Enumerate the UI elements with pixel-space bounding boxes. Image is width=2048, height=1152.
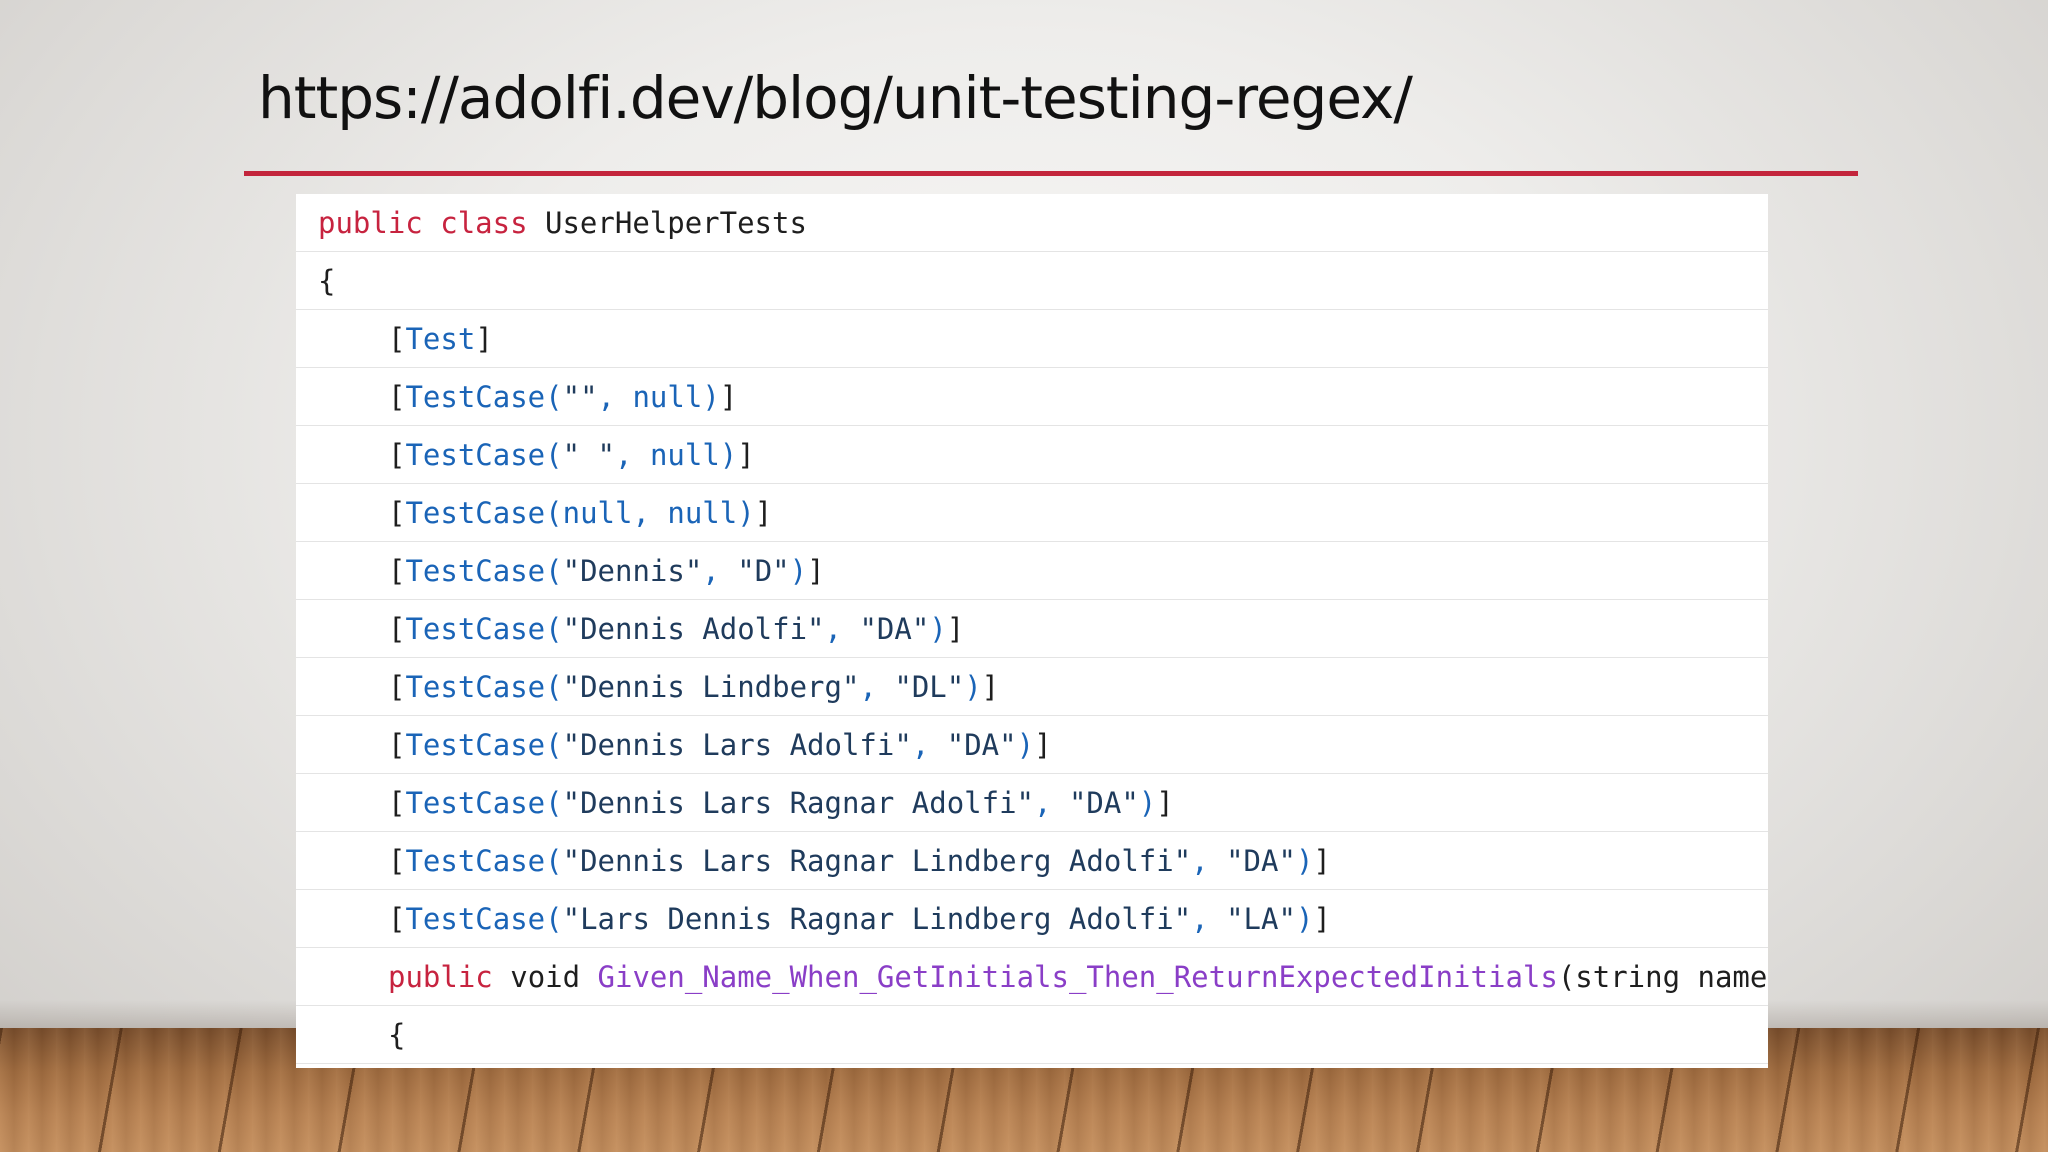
- bracket-close: ]: [719, 380, 738, 414]
- testcase-expected: "DA": [946, 728, 1017, 762]
- separator: ,: [859, 670, 877, 704]
- bracket-open: [: [388, 612, 406, 646]
- keyword-class: class: [440, 206, 528, 240]
- attribute-testcase: TestCase(: [405, 380, 563, 414]
- code-line-method-open-brace: {: [296, 1006, 1768, 1064]
- paren-close: ): [929, 612, 947, 646]
- bracket-close: ]: [807, 554, 825, 588]
- bracket-close: ]: [1156, 786, 1174, 820]
- bracket-open: [: [388, 322, 406, 356]
- attribute-testcase: TestCase(: [405, 612, 563, 646]
- method-name: Given_Name_When_GetInitials_Then_ReturnE…: [597, 960, 1558, 994]
- testcase-input: "Dennis": [562, 554, 703, 588]
- separator: ,: [1191, 844, 1209, 878]
- testcase-input: "Dennis Lindberg": [562, 670, 860, 704]
- attribute-test: Test: [405, 322, 476, 356]
- bracket-open: [: [388, 728, 406, 762]
- code-panel: public class UserHelperTests { [Test] [T…: [296, 194, 1768, 1068]
- code-line-testcase: [TestCase("Dennis Lars Ragnar Lindberg A…: [296, 832, 1768, 890]
- class-name: UserHelperTests: [545, 206, 807, 240]
- code-line-testcase: [TestCase("Lars Dennis Ragnar Lindberg A…: [296, 890, 1768, 948]
- attribute-testcase: TestCase(: [405, 786, 563, 820]
- attribute-testcase: TestCase(: [405, 554, 563, 588]
- code-line-test-attribute: [Test]: [296, 310, 1768, 368]
- code-line-testcase: [TestCase(" ", null)]: [296, 426, 1768, 484]
- testcase-expected: "D": [737, 554, 790, 588]
- bracket-open: [: [388, 438, 406, 472]
- method-params: (string name,: [1557, 960, 1768, 994]
- paren-close: ): [737, 496, 755, 530]
- open-brace: {: [318, 264, 336, 298]
- code-line-method-signature: public void Given_Name_When_GetInitials_…: [296, 948, 1768, 1006]
- separator: ,: [702, 554, 720, 588]
- code-line-testcase: [TestCase("", null)]: [296, 368, 1768, 426]
- code-line-testcase: [TestCase("Dennis Lars Ragnar Adolfi", "…: [296, 774, 1768, 832]
- testcase-input: "Dennis Lars Adolfi": [562, 728, 912, 762]
- bracket-close: ]: [1034, 728, 1052, 762]
- bracket-open: [: [388, 554, 406, 588]
- bracket-close: ]: [1313, 902, 1331, 936]
- bracket-close: ]: [737, 438, 755, 472]
- return-type: void: [510, 960, 581, 994]
- code-line-testcase: [TestCase("Dennis", "D")]: [296, 542, 1768, 600]
- code-line-testcase: [TestCase("Dennis Adolfi", "DA")]: [296, 600, 1768, 658]
- paren-close: ): [1295, 844, 1314, 878]
- bracket-close: ]: [946, 612, 965, 646]
- testcase-expected: "DL": [894, 670, 965, 704]
- paren-close: ): [964, 670, 982, 704]
- keyword-public: public: [388, 960, 493, 994]
- paren-close: ): [719, 438, 738, 472]
- testcase-input: "Lars Dennis Ragnar Lindberg Adolfi": [562, 902, 1192, 936]
- bracket-open: [: [388, 496, 406, 530]
- bracket-open: [: [388, 786, 406, 820]
- attribute-testcase: TestCase(: [405, 728, 563, 762]
- separator: ,: [824, 612, 842, 646]
- testcase-expected: "LA": [1226, 902, 1296, 936]
- attribute-testcase: TestCase(null: [405, 496, 633, 530]
- paren-close: ): [1016, 728, 1035, 762]
- testcase-expected: "DA": [1068, 786, 1139, 820]
- attribute-testcase: TestCase(: [405, 844, 563, 878]
- code-line-class-declaration: public class UserHelperTests: [296, 194, 1768, 252]
- bracket-open: [: [388, 902, 406, 936]
- bracket-open: [: [388, 670, 406, 704]
- separator: ,: [615, 438, 633, 472]
- testcase-expected: "DA": [1226, 844, 1296, 878]
- bracket-open: [: [388, 380, 406, 414]
- bracket-open: [: [388, 844, 406, 878]
- bracket-close: ]: [475, 322, 493, 356]
- paren-close: ): [1138, 786, 1157, 820]
- keyword-public: public: [318, 206, 423, 240]
- testcase-expected: null: [649, 438, 720, 472]
- bracket-close: ]: [981, 670, 1000, 704]
- testcase-expected: "DA": [859, 612, 930, 646]
- open-brace: {: [388, 1018, 406, 1052]
- paren-close: ): [1295, 902, 1314, 936]
- testcase-expected: null: [667, 496, 738, 530]
- testcase-input: "": [562, 380, 598, 414]
- separator: ,: [597, 380, 615, 414]
- paren-close: ): [702, 380, 720, 414]
- attribute-testcase: TestCase(: [405, 438, 563, 472]
- separator: ,: [1191, 902, 1209, 936]
- separator: ,: [632, 496, 650, 530]
- attribute-testcase: TestCase(: [405, 670, 563, 704]
- slide-title: https://adolfi.dev/blog/unit-testing-reg…: [258, 64, 1413, 132]
- separator: ,: [1034, 786, 1052, 820]
- testcase-input: "Dennis Lars Ragnar Lindberg Adolfi": [562, 844, 1192, 878]
- code-line-open-brace: {: [296, 252, 1768, 310]
- testcase-expected: null: [632, 380, 703, 414]
- testcase-input: "Dennis Adolfi": [562, 612, 825, 646]
- bracket-close: ]: [754, 496, 773, 530]
- attribute-testcase: TestCase(: [405, 902, 563, 936]
- separator: ,: [911, 728, 930, 762]
- code-line-testcase: [TestCase("Dennis Lars Adolfi", "DA")]: [296, 716, 1768, 774]
- title-divider: [244, 171, 1858, 176]
- bracket-close: ]: [1313, 844, 1331, 878]
- testcase-input: " ": [562, 438, 615, 472]
- testcase-input: "Dennis Lars Ragnar Adolfi": [562, 786, 1035, 820]
- code-line-testcase: [TestCase(null, null)]: [296, 484, 1768, 542]
- code-line-testcase: [TestCase("Dennis Lindberg", "DL")]: [296, 658, 1768, 716]
- paren-close: ): [789, 554, 808, 588]
